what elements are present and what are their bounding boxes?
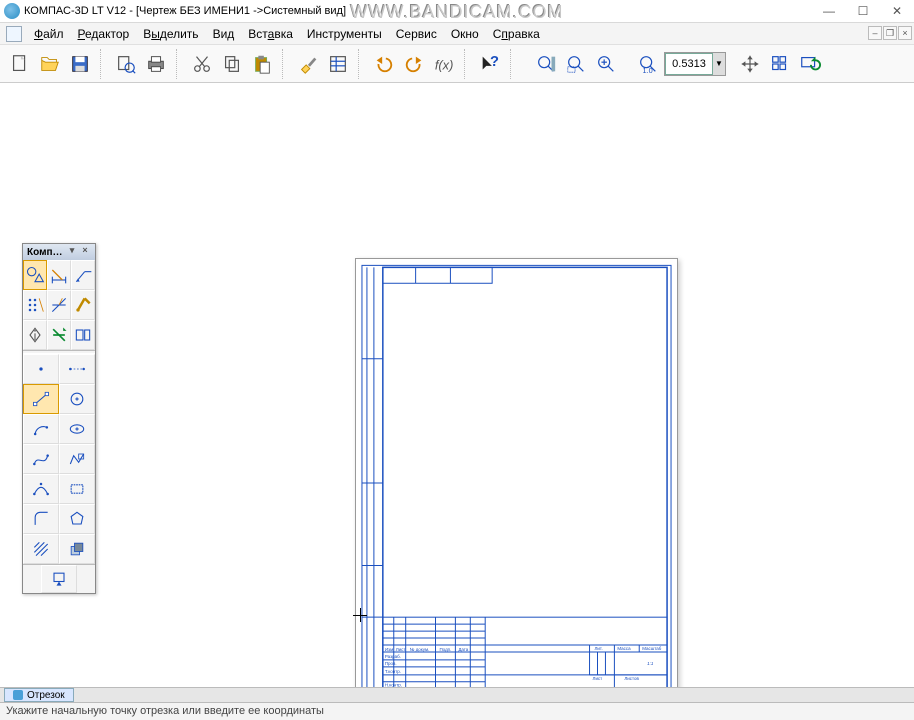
assembly-contour-tool[interactable]: [41, 565, 77, 593]
arc-tool[interactable]: [23, 414, 59, 444]
edit-tab[interactable]: [47, 290, 71, 320]
menu-help[interactable]: Справка: [487, 25, 546, 43]
label-lit: Лит.: [595, 646, 603, 651]
close-button[interactable]: ✕: [880, 0, 914, 22]
label-tkontr: Т.контр.: [385, 669, 401, 674]
tool-status-tab[interactable]: Отрезок: [4, 688, 74, 702]
geometry-tab[interactable]: [23, 260, 47, 290]
ellipse-tool[interactable]: [59, 414, 95, 444]
svg-text:f(x): f(x): [435, 57, 454, 72]
minimize-button[interactable]: —: [812, 0, 846, 22]
inner-window-controls: – ❐ ×: [868, 26, 912, 40]
app-icon: [4, 3, 20, 19]
menu-window[interactable]: Окно: [445, 25, 485, 43]
label-list: Лист: [396, 647, 406, 652]
print-button[interactable]: [142, 49, 170, 79]
zoom-dropdown[interactable]: ▼: [713, 53, 725, 75]
label-list2: Лист: [593, 676, 603, 681]
paste-button[interactable]: [248, 49, 276, 79]
copy-button[interactable]: [218, 49, 246, 79]
whats-this-button[interactable]: ?: [476, 49, 504, 79]
zoom-input-wrap[interactable]: ▼: [664, 52, 726, 76]
label-izm: Изм.: [385, 647, 395, 652]
properties-button[interactable]: [324, 49, 352, 79]
rectangle-tool[interactable]: [59, 474, 95, 504]
fillet-tool[interactable]: [23, 504, 59, 534]
title-bar: КОМПАС-3D LT V12 - [Чертеж БЕЗ ИМЕНИ1 ->…: [0, 0, 914, 23]
zoom-current-button[interactable]: 1.0: [634, 49, 662, 79]
grid-snap-button[interactable]: [766, 49, 794, 79]
zoom-window-button[interactable]: [562, 49, 590, 79]
inner-minimize[interactable]: –: [868, 26, 882, 40]
menu-bar: Файл Редактор Выделить Вид Вставка Инстр…: [0, 23, 914, 45]
open-button[interactable]: [36, 49, 64, 79]
inner-restore[interactable]: ❐: [883, 26, 897, 40]
point-tool[interactable]: [23, 354, 59, 384]
save-button[interactable]: [66, 49, 94, 79]
refresh-button[interactable]: [796, 49, 824, 79]
label-podp: Подп.: [439, 647, 451, 652]
circle-tool[interactable]: [59, 384, 95, 414]
equidistant-tool[interactable]: [59, 534, 95, 564]
construction-notation-tab[interactable]: [23, 290, 47, 320]
aux-line-tool[interactable]: [59, 354, 95, 384]
segment-icon: [13, 690, 23, 700]
label-listov: Листов: [624, 676, 639, 681]
menu-edit[interactable]: Редактор: [72, 25, 136, 43]
maximize-button[interactable]: ☐: [846, 0, 880, 22]
tool-palette[interactable]: Компа... ▾ ×: [22, 243, 96, 594]
menu-tools[interactable]: Инструменты: [301, 25, 388, 43]
workspace[interactable]: Изм. Лист № докум. Подп. Дата Разраб. Пр…: [0, 83, 914, 687]
svg-text:1.0: 1.0: [643, 66, 653, 75]
main-toolbar: f(x) ? 1.0 ▼: [0, 45, 914, 83]
polygon-tool[interactable]: [59, 504, 95, 534]
status-text: Укажите начальную точку отрезка или введ…: [6, 705, 324, 717]
notation-tab[interactable]: [71, 260, 95, 290]
drawing-sheet[interactable]: Изм. Лист № докум. Подп. Дата Разраб. Пр…: [355, 258, 678, 714]
svg-text:?: ?: [490, 53, 499, 69]
window-title: КОМПАС-3D LT V12 - [Чертеж БЕЗ ИМЕНИ1 ->…: [24, 5, 346, 17]
bezier-tool[interactable]: [23, 474, 59, 504]
label-data: Дата: [458, 647, 468, 652]
status-bar: Укажите начальную точку отрезка или введ…: [0, 702, 914, 720]
broken-line-tool[interactable]: [59, 444, 95, 474]
parameterization-tab[interactable]: [71, 290, 95, 320]
redo-button[interactable]: [400, 49, 428, 79]
zoom-fit-button[interactable]: [532, 49, 560, 79]
hatch-tool[interactable]: [23, 534, 59, 564]
label-masshtab: Масштаб: [642, 646, 662, 651]
segment-tool[interactable]: [23, 384, 59, 414]
undo-button[interactable]: [370, 49, 398, 79]
doc-icon[interactable]: [6, 26, 22, 42]
menu-file[interactable]: Файл: [28, 25, 70, 43]
menu-insert[interactable]: Вставка: [242, 25, 299, 43]
menu-service[interactable]: Сервис: [390, 25, 443, 43]
associative-views-tab[interactable]: [71, 320, 95, 350]
cut-button[interactable]: [188, 49, 216, 79]
palette-titlebar[interactable]: Компа... ▾ ×: [23, 244, 95, 260]
print-preview-button[interactable]: [112, 49, 140, 79]
label-prov: Пров.: [385, 661, 397, 666]
dimensions-tab[interactable]: [47, 260, 71, 290]
zoom-input[interactable]: [665, 53, 713, 75]
label-razrab: Разраб.: [385, 654, 401, 659]
inner-close[interactable]: ×: [898, 26, 912, 40]
pan-button[interactable]: [736, 49, 764, 79]
brush-button[interactable]: [294, 49, 322, 79]
label-ndokum: № докум.: [410, 647, 430, 652]
window-controls: — ☐ ✕: [812, 0, 914, 22]
document-tab-bar: Отрезок: [0, 687, 914, 702]
selection-tab[interactable]: [47, 320, 71, 350]
variables-button[interactable]: f(x): [430, 49, 458, 79]
spline-tool[interactable]: [23, 444, 59, 474]
palette-close-icon[interactable]: ×: [79, 246, 91, 258]
zoom-in-button[interactable]: [592, 49, 620, 79]
measure-tab[interactable]: [23, 320, 47, 350]
menu-select[interactable]: Выделить: [137, 25, 204, 43]
label-ratio: 1:1: [647, 661, 654, 666]
new-button[interactable]: [6, 49, 34, 79]
menu-view[interactable]: Вид: [207, 25, 241, 43]
palette-menu-icon[interactable]: ▾: [66, 246, 78, 258]
label-massa: Масса: [617, 646, 631, 651]
